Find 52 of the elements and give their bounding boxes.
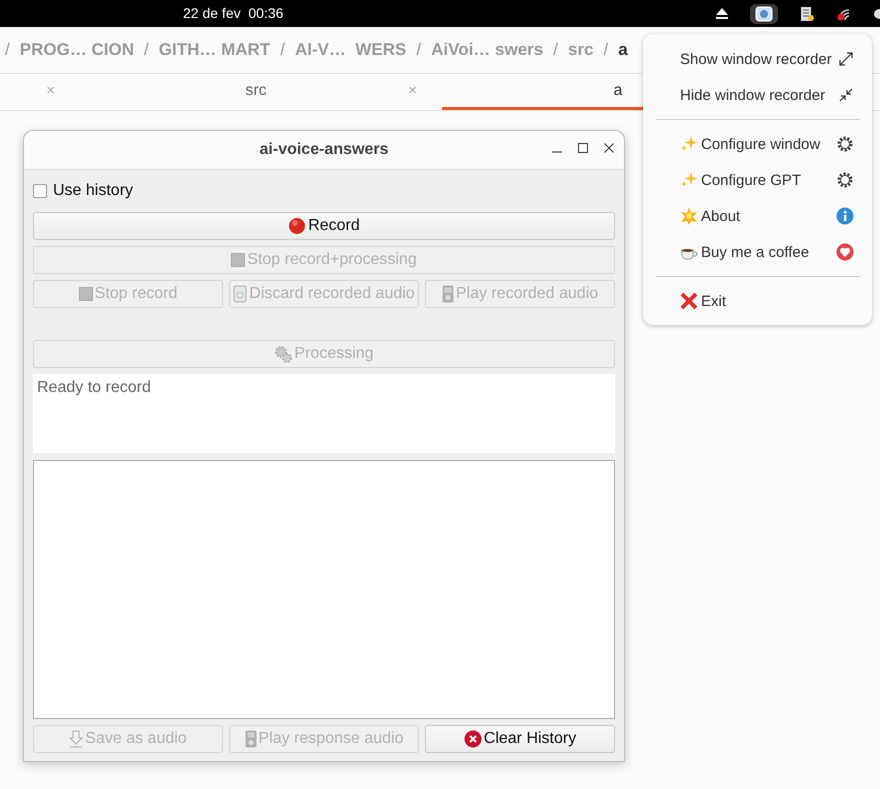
- path-crumb[interactable]: AI-V… WERS: [294, 40, 406, 60]
- music-player-icon: [442, 285, 454, 303]
- expand-icon: [838, 51, 854, 67]
- close-tab-button[interactable]: ×: [46, 82, 55, 99]
- action-button[interactable]: Clear History: [425, 725, 615, 753]
- gear-icon: [836, 171, 854, 189]
- path-separator: /: [604, 40, 608, 60]
- menu-item[interactable]: Configure GPT: [643, 162, 872, 198]
- sparkles-icon: [680, 135, 698, 153]
- collapse-icon: [838, 87, 854, 103]
- path-crumb[interactable]: src: [568, 40, 594, 60]
- document-icon[interactable]: [800, 6, 814, 22]
- close-icon: [680, 292, 698, 310]
- path-separator: /: [416, 40, 422, 60]
- path-separator: /: [5, 40, 10, 60]
- path-separator: /: [280, 40, 285, 60]
- window-title: ai-voice-answers: [260, 141, 388, 159]
- tab[interactable]: ×: [0, 74, 70, 110]
- menu-item[interactable]: Show window recorder: [643, 41, 872, 77]
- tray-app-icon[interactable]: [750, 4, 778, 24]
- music-player-icon: [244, 730, 256, 748]
- gear-icon: [836, 135, 854, 153]
- clear-icon: [464, 730, 482, 748]
- menu-item[interactable]: About: [643, 198, 872, 234]
- path-crumb[interactable]: a: [618, 40, 628, 60]
- path-crumb[interactable]: PROG… CION: [20, 40, 134, 60]
- path-crumb[interactable]: AiVoi… swers: [431, 40, 544, 60]
- checkbox[interactable]: [33, 184, 47, 198]
- maximize-button[interactable]: [578, 141, 588, 155]
- close-button[interactable]: [604, 141, 614, 155]
- stop-icon: [231, 253, 246, 267]
- path-separator: /: [144, 40, 149, 60]
- path-crumb[interactable]: GITH… MART: [158, 40, 270, 60]
- menu-item[interactable]: Configure window: [643, 126, 872, 162]
- menu-item[interactable]: Exit: [643, 283, 872, 319]
- action-button[interactable]: Record: [33, 212, 615, 240]
- sparkles-icon: [680, 171, 698, 189]
- info-icon: [836, 207, 854, 225]
- star-icon: [680, 207, 698, 225]
- gears-icon: [274, 345, 292, 363]
- download-icon: [69, 730, 84, 748]
- path-separator: /: [553, 40, 558, 60]
- eject-icon[interactable]: [716, 8, 728, 19]
- trash-icon: [233, 285, 248, 303]
- stop-icon: [78, 287, 93, 301]
- status-text: Ready to record: [33, 374, 615, 453]
- tab[interactable]: src ×: [80, 74, 432, 110]
- menu-item[interactable]: Buy me a coffee: [643, 234, 872, 270]
- clock: 22 de fev 00:36: [183, 5, 284, 21]
- close-tab-button[interactable]: ×: [408, 82, 417, 99]
- record-icon: [288, 217, 306, 235]
- checkbox-label[interactable]: Use history: [53, 182, 134, 200]
